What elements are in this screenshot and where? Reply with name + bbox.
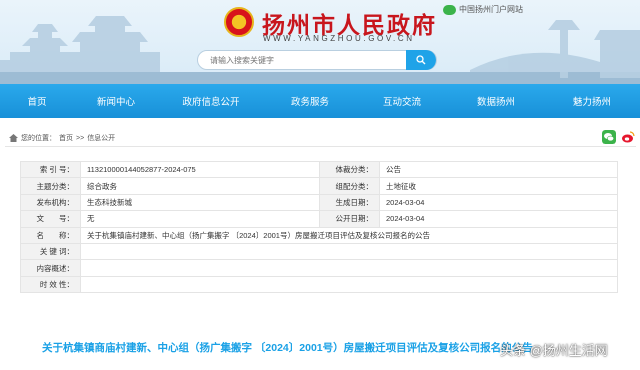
breadcrumb-bar: 您的位置： 首页 >> 信息公开 xyxy=(5,129,636,147)
nav-item-data[interactable]: 数据扬州 xyxy=(448,84,544,118)
publish-date-value: 2024-03-04 xyxy=(379,210,618,228)
document-title: 关于杭集镇商庙村建新、中心组（扬广集搬字 〔2024〕2001号）房屋搬迁项目评… xyxy=(42,342,533,354)
portal-link[interactable]: 中国扬州门户网站 xyxy=(443,4,523,15)
category-value: 土地征收 xyxy=(379,177,618,195)
name-label: 名 称： xyxy=(20,226,81,244)
nav-item-news[interactable]: 新闻中心 xyxy=(74,84,158,118)
genre-label: 体裁分类： xyxy=(319,160,380,179)
table-row: 内容概述： xyxy=(20,259,618,277)
category-label: 组配分类： xyxy=(319,177,380,195)
table-row: 文 号： 无 公开日期： 2024-03-04 xyxy=(20,210,618,228)
publish-date-label: 公开日期： xyxy=(319,210,380,228)
breadcrumb-home[interactable]: 首页 xyxy=(59,133,73,143)
nav-item-info-disclosure[interactable]: 政府信息公开 xyxy=(158,84,264,118)
doc-number-label: 文 号： xyxy=(20,210,81,228)
name-value: 关于杭集镇庙村建新、中心组（扬广集搬字 〔2024〕2001号）房屋搬迁项目评估… xyxy=(80,226,618,244)
nav-item-charm[interactable]: 魅力扬州 xyxy=(544,84,640,118)
search-input[interactable] xyxy=(210,54,400,67)
nav-item-services[interactable]: 政务服务 xyxy=(264,84,356,118)
wechat-icon xyxy=(443,4,456,15)
home-icon xyxy=(9,134,18,142)
publisher-value: 生态科技新城 xyxy=(80,193,320,212)
national-emblem-logo xyxy=(224,7,254,37)
breadcrumb-current[interactable]: 信息公开 xyxy=(87,133,115,143)
timeliness-value xyxy=(80,275,618,294)
index-number-value: 113210000144052877-2024-075 xyxy=(80,160,320,179)
breadcrumb-prefix: 您的位置： xyxy=(21,135,56,142)
breadcrumb: 您的位置： 首页 >> 信息公开 xyxy=(9,133,115,143)
search-icon xyxy=(416,55,426,65)
index-number-label: 索 引 号： xyxy=(20,160,81,179)
table-row: 主题分类： 综合政务 组配分类： 土地征收 xyxy=(20,177,618,195)
nav-item-interaction[interactable]: 互动交流 xyxy=(356,84,448,118)
doc-number-value: 无 xyxy=(80,210,320,228)
genre-value: 公告 xyxy=(379,160,618,179)
document-info-table: 索 引 号： 113210000144052877-2024-075 体裁分类：… xyxy=(20,160,618,294)
table-row: 关 键 词： xyxy=(20,242,618,261)
summary-label: 内容概述： xyxy=(20,259,81,277)
breadcrumb-separator: >> xyxy=(76,134,85,142)
main-nav: 首页 新闻中心 政府信息公开 政务服务 互动交流 数据扬州 魅力扬州 xyxy=(0,84,640,118)
table-row: 时 效 性： xyxy=(20,275,618,294)
summary-value xyxy=(80,259,618,277)
table-row: 索 引 号： 113210000144052877-2024-075 体裁分类：… xyxy=(20,160,618,179)
header-banner: 中国扬州门户网站 扬州市人民政府 WWW.YANGZHOU.GOV.CN xyxy=(0,0,640,84)
publisher-label: 发布机构： xyxy=(20,193,81,212)
toutiao-watermark: 头条 @扬州生活网 xyxy=(500,343,608,358)
keywords-label: 关 键 词： xyxy=(20,242,81,261)
topic-value: 综合政务 xyxy=(80,177,320,195)
portal-link-label: 中国扬州门户网站 xyxy=(459,5,523,14)
search-box xyxy=(197,50,437,70)
weibo-share-icon[interactable] xyxy=(621,130,635,144)
nav-item-home[interactable]: 首页 xyxy=(0,84,74,118)
search-button[interactable] xyxy=(406,50,436,70)
topic-label: 主题分类： xyxy=(20,177,81,195)
site-domain: WWW.YANGZHOU.GOV.CN xyxy=(263,34,415,43)
created-date-value: 2024-03-04 xyxy=(379,193,618,212)
wechat-share-icon[interactable] xyxy=(602,130,616,144)
created-date-label: 生成日期： xyxy=(319,193,380,212)
table-row: 发布机构： 生态科技新城 生成日期： 2024-03-04 xyxy=(20,193,618,212)
timeliness-label: 时 效 性： xyxy=(20,275,81,294)
table-row: 名 称： 关于杭集镇庙村建新、中心组（扬广集搬字 〔2024〕2001号）房屋搬… xyxy=(20,226,618,244)
keywords-value xyxy=(80,242,618,261)
